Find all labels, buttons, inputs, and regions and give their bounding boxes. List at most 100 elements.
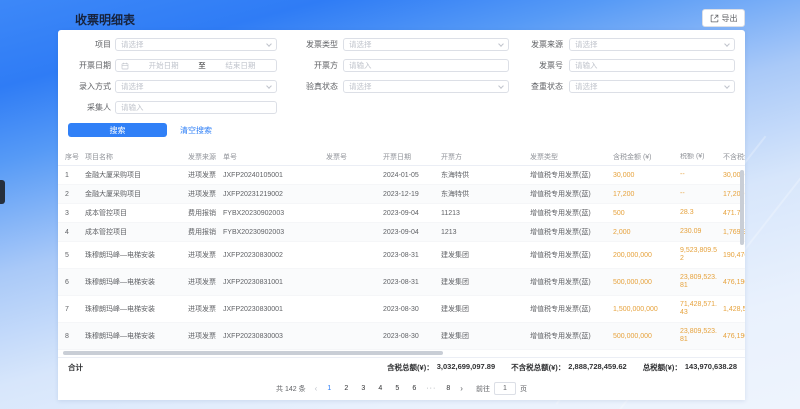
invoice-type-select[interactable]: 请选择 (343, 38, 509, 51)
cell-project: 金融大厦采购项目 (85, 189, 188, 199)
cell-issuer: 建发集团 (441, 250, 530, 260)
cell-issuer: 东海特供 (441, 189, 530, 199)
verify-status-select[interactable]: 请选择 (343, 80, 509, 93)
column-header: 发票类型 (530, 152, 613, 162)
search-button[interactable]: 搜索 (68, 123, 167, 137)
cell-tax: 230.09 (680, 228, 723, 236)
cell-tax: 71,428,571.43 (680, 301, 723, 317)
cell-order_no: JXFP20230831001 (223, 279, 326, 286)
invoice-date-range-picker[interactable]: 开始日期 至 结束日期 (115, 59, 277, 72)
invoice-source-label: 发票来源 (509, 39, 569, 50)
invoice-no-input[interactable] (575, 61, 729, 70)
collector-input-wrap (115, 101, 277, 114)
cell-amount_incl: 200,000,000 (613, 252, 680, 259)
entry-method-label: 录入方式 (68, 81, 115, 92)
cell-tax: 9,523,809.52 (680, 247, 723, 263)
cell-amount_incl: 17,200 (613, 191, 680, 198)
cell-source: 进项发票 (188, 277, 223, 287)
column-header: 发票来源 (188, 152, 223, 162)
cell-tax: 23,809,523.81 (680, 328, 723, 344)
invoice-source-select[interactable]: 请选择 (569, 38, 735, 51)
cell-project: 珠穆朗玛峰—电梯安装 (85, 277, 188, 287)
cell-source: 进项发票 (188, 250, 223, 260)
cell-type: 增值税专用发票(蓝) (530, 277, 613, 287)
cell-issuer: 1213 (441, 229, 530, 236)
summary-row: 合计 含税总额(¥)： 3,032,699,097.89 不含税总额(¥)： 2… (58, 357, 745, 377)
clear-search-link[interactable]: 清空搜索 (180, 125, 212, 136)
table-body: 1金融大厦采购项目进项发票JXFP202401050012024-01-05东海… (58, 166, 745, 350)
cell-amount_incl: 500,000,000 (613, 333, 680, 340)
cell-order_no: JXFP20230830002 (223, 252, 326, 259)
cell-no: 1 (58, 172, 85, 179)
export-icon (710, 14, 719, 23)
project-select[interactable]: 请选择 (115, 38, 277, 51)
cell-order_no: FYBX20230902003 (223, 210, 326, 217)
cell-source: 费用报销 (188, 208, 223, 218)
total-tax: 总税额(¥)： 143,970,638.28 (643, 362, 737, 373)
collector-input[interactable] (121, 103, 271, 112)
export-button[interactable]: 导出 (702, 9, 745, 27)
invoice-table: 序号项目名称发票来源单号发票号开票日期开票方发票类型含税金额 (¥)税额 (¥)… (58, 148, 745, 350)
cell-tax: 28.3 (680, 209, 723, 217)
page-button[interactable]: 3 (358, 385, 368, 392)
page-button[interactable]: 2 (341, 385, 351, 392)
invoice-no-input-wrap (569, 59, 735, 72)
issuer-input[interactable] (349, 61, 503, 70)
vertical-scrollbar[interactable] (740, 170, 744, 245)
page-button[interactable]: 5 (392, 385, 402, 392)
dup-check-status-label: 查重状态 (509, 81, 569, 92)
chevron-down-icon (724, 83, 730, 89)
cell-date: 2023-12-19 (383, 191, 441, 198)
invoice-type-label: 发票类型 (277, 39, 343, 50)
cell-type: 增值税专用发票(蓝) (530, 189, 613, 199)
page-button[interactable]: 1 (324, 385, 334, 392)
table-row: 6珠穆朗玛峰—电梯安装进项发票JXFP202308310012023-08-31… (58, 269, 745, 296)
chevron-down-icon (266, 83, 272, 89)
date-start-placeholder: 开始日期 (133, 60, 194, 71)
cell-project: 珠穆朗玛峰—电梯安装 (85, 250, 188, 260)
cell-type: 增值税专用发票(蓝) (530, 227, 613, 237)
cell-amount_excl: 190,476,190.48 (723, 252, 745, 259)
cell-amount_incl: 500,000,000 (613, 279, 680, 286)
table-row: 1金融大厦采购项目进项发票JXFP202401050012024-01-05东海… (58, 166, 745, 185)
cell-order_no: FYBX20230902003 (223, 229, 326, 236)
table-row: 5珠穆朗玛峰—电梯安装进项发票JXFP20230830002 2023-08-31… (58, 242, 745, 269)
page-button[interactable]: 8 (443, 385, 453, 392)
goto-page-input[interactable] (494, 382, 516, 395)
cell-order_no: JXFP20240105001 (223, 172, 326, 179)
cell-tax: -- (680, 190, 723, 198)
collector-label: 采集人 (68, 102, 115, 113)
cell-no: 7 (58, 306, 85, 313)
side-drawer-handle[interactable] (0, 180, 5, 204)
total-label: 合计 (58, 362, 83, 373)
cell-amount_incl: 2,000 (613, 229, 680, 236)
chevron-down-icon (266, 41, 272, 47)
column-header: 序号 (58, 152, 85, 162)
calendar-icon (121, 62, 129, 70)
cell-no: 5 (58, 252, 85, 259)
goto-page: 前往 页 (476, 382, 527, 395)
cell-project: 成本管控项目 (85, 227, 188, 237)
entry-method-select[interactable]: 请选择 (115, 80, 277, 93)
verify-status-label: 验真状态 (277, 81, 343, 92)
page-button[interactable]: 6 (409, 385, 419, 392)
cell-project: 珠穆朗玛峰—电梯安装 (85, 304, 188, 314)
cell-date: 2023-08-31 (383, 252, 441, 259)
dup-check-status-select[interactable]: 请选择 (569, 80, 735, 93)
cell-source: 进项发票 (188, 170, 223, 180)
page-button[interactable]: 4 (375, 385, 385, 392)
cell-date: 2023-08-30 (383, 333, 441, 340)
content-card: 项目 请选择 发票类型 请选择 发票来源 请选择 开票日期 开始日期 (58, 30, 745, 400)
horizontal-scrollbar[interactable] (63, 351, 443, 355)
prev-page-button[interactable]: ‹ (315, 384, 318, 393)
cell-tax: -- (680, 171, 723, 179)
cell-date: 2024-01-05 (383, 172, 441, 179)
table-row: 3成本管控项目费用报销FYBX202309020032023-09-041121… (58, 204, 745, 223)
cell-type: 增值税专用发票(蓝) (530, 331, 613, 341)
next-page-button[interactable]: › (460, 384, 463, 393)
cell-order_no: JXFP20231219002 (223, 191, 326, 198)
pagination-ellipsis: ··· (426, 385, 436, 392)
column-header: 开票日期 (383, 152, 441, 162)
cell-amount_excl: 1,428,571,428.57 (723, 306, 745, 313)
cell-amount_excl: 476,190,476.19 (723, 279, 745, 286)
